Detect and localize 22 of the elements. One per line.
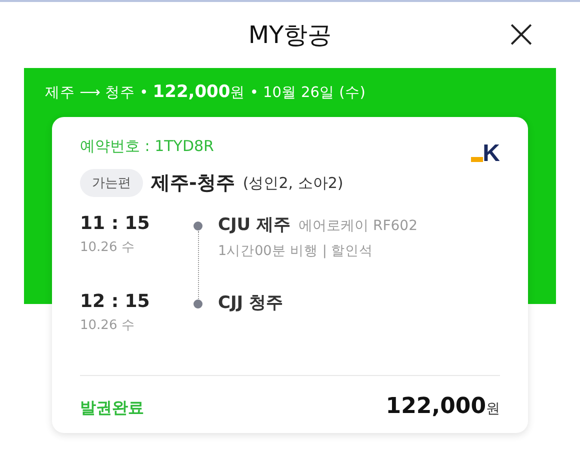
passenger-count: (성인2, 소아2) <box>242 174 344 192</box>
timeline-dot-icon <box>193 221 203 231</box>
airline-logo: K <box>482 143 500 165</box>
reservation-number: 예약번호 : 1TYD8R <box>80 137 214 156</box>
close-button[interactable]: × <box>504 14 538 54</box>
direction-tag: 가는편 <box>80 169 143 197</box>
airport-name: CJU 제주 <box>218 214 291 236</box>
trip-summary: 제주 ⟶ 청주 • 122,000원 • 10월 26일 (수) <box>44 82 366 102</box>
timeline-dot-icon <box>193 299 203 309</box>
ticket-status: 발권완료 <box>80 398 144 419</box>
flight-detail: 1시간00분 비행 | 할인석 <box>218 242 374 260</box>
airport-name: CJJ 청주 <box>218 292 284 314</box>
dash-icon <box>470 157 483 162</box>
route-title: 제주-청주 <box>151 171 235 196</box>
flight-number: 에어로케이 RF602 <box>298 217 418 235</box>
price-amount: 122,000 <box>386 394 486 419</box>
page-title: MY항공 <box>248 20 332 51</box>
flight-date: 10.26 수 <box>80 239 136 256</box>
flight-time: 12 : 15 <box>80 291 151 312</box>
price-currency: 원 <box>486 400 500 418</box>
flight-date: 10.26 수 <box>80 317 136 334</box>
flight-time: 11 : 15 <box>80 213 151 234</box>
